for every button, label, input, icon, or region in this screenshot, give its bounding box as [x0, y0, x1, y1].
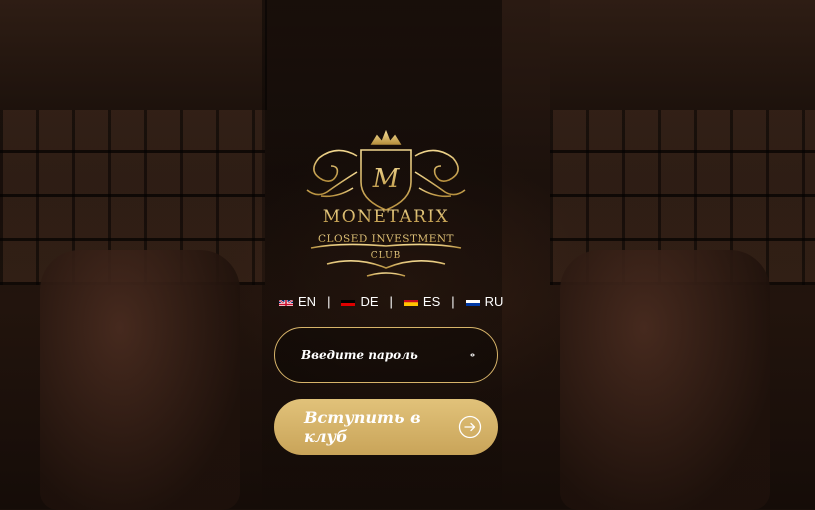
monetarix-logo: M MONETARIX CLOSED INVESTMENT CLUB — [306, 130, 466, 277]
logo-tagline: CLOSED INVESTMENT — [318, 233, 454, 245]
background-armchair — [40, 250, 240, 510]
spain-flag-icon — [403, 297, 418, 306]
join-club-label: Вступить в клуб — [304, 408, 421, 446]
logo-brand-name: MONETARIX — [323, 207, 449, 227]
germany-flag-icon — [341, 297, 356, 306]
password-field — [274, 327, 498, 383]
background-cabinet — [735, 0, 815, 110]
language-switcher: EN | DE | ES | RU — [279, 292, 503, 310]
language-es[interactable]: ES — [403, 293, 441, 309]
language-separator: | — [389, 293, 393, 309]
background-cabinet — [90, 0, 172, 110]
russia-flag-icon — [465, 297, 480, 306]
uk-flag-icon — [279, 297, 293, 306]
language-label: DE — [360, 293, 379, 309]
language-separator: | — [327, 293, 331, 309]
logo-tagline-club: CLUB — [371, 251, 402, 261]
password-input[interactable] — [299, 347, 470, 363]
background-cabinet — [640, 0, 737, 110]
logo-monogram: M — [372, 164, 401, 194]
background-cabinet — [170, 0, 267, 110]
language-separator: | — [451, 293, 455, 309]
background-armchair — [560, 250, 770, 510]
background-cabinet — [550, 0, 642, 110]
language-de[interactable]: DE — [341, 293, 379, 309]
background-cabinet — [0, 0, 92, 110]
join-club-button[interactable]: Вступить в клуб — [274, 399, 498, 455]
language-label: ES — [422, 293, 441, 309]
language-label: RU — [484, 293, 504, 309]
eye-icon[interactable] — [470, 346, 475, 364]
language-ru[interactable]: RU — [465, 293, 504, 309]
language-label: EN — [298, 293, 317, 309]
language-en[interactable]: EN — [279, 294, 316, 309]
arrow-right-circle-icon — [458, 415, 482, 439]
